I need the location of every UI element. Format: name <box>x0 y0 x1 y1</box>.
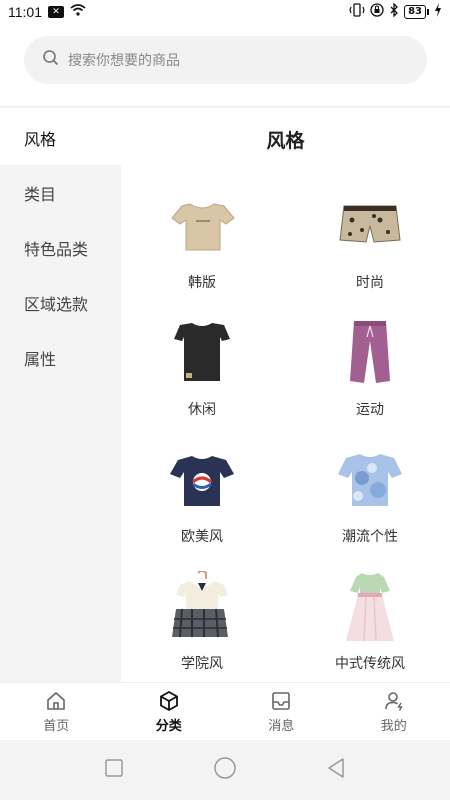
category-item-western[interactable]: 欧美风 <box>142 444 262 554</box>
leopard-shorts-icon <box>339 205 401 243</box>
search-icon <box>42 49 60 71</box>
sidebar-item-style[interactable]: 风格 <box>0 110 121 165</box>
tab-profile[interactable]: 我的 <box>338 683 450 740</box>
wifi-icon <box>70 4 86 20</box>
sidebar-item-label: 风格 <box>24 129 57 149</box>
category-sidebar: 风格 类目 特色品类 区域选款 属性 <box>0 110 121 682</box>
sidebar-item-region[interactable]: 区域选款 <box>0 275 121 330</box>
back-button[interactable] <box>326 757 346 783</box>
sidebar-item-label: 特色品类 <box>24 239 89 259</box>
tab-label: 我的 <box>380 718 407 734</box>
home-button[interactable] <box>213 756 237 784</box>
section-title: 风格 <box>266 130 305 152</box>
system-nav-bar <box>0 740 450 800</box>
sidebar-item-label: 属性 <box>24 349 57 369</box>
sidebar-item-attribute[interactable]: 属性 <box>0 330 121 385</box>
category-item-chinese-traditional[interactable]: 中式传统风 <box>310 571 430 681</box>
battery-level: 83 <box>404 5 426 19</box>
search-input[interactable]: 搜索你想要的商品 <box>24 36 427 84</box>
vibrate-icon <box>349 3 365 21</box>
status-time: 11:01 <box>8 4 42 20</box>
recent-apps-button[interactable] <box>104 758 124 782</box>
tab-category[interactable]: 分类 <box>113 683 226 740</box>
inbox-icon <box>272 691 291 710</box>
category-item-label: 时尚 <box>356 275 384 291</box>
black-tshirt-icon <box>174 323 230 381</box>
tab-home[interactable]: 首页 <box>0 683 113 740</box>
school-uniform-icon <box>172 571 228 638</box>
tab-label: 消息 <box>268 718 295 734</box>
category-item-label: 运动 <box>356 402 384 418</box>
tab-label: 首页 <box>43 718 70 734</box>
tiedye-shirt-icon <box>338 454 402 506</box>
search-placeholder: 搜索你想要的商品 <box>68 53 180 69</box>
circle-icon <box>214 757 236 779</box>
sidebar-item-label: 区域选款 <box>24 294 89 314</box>
lock-rotation-icon <box>370 3 384 21</box>
category-item-fashion[interactable]: 时尚 <box>310 190 430 300</box>
tab-label: 分类 <box>155 718 182 734</box>
category-item-label: 中式传统风 <box>335 656 405 672</box>
category-item-label: 学院风 <box>181 656 223 672</box>
bluetooth-icon <box>389 2 399 21</box>
tab-messages[interactable]: 消息 <box>225 683 338 740</box>
cube-icon <box>159 690 178 711</box>
category-item-label: 欧美风 <box>181 529 223 545</box>
category-item-casual[interactable]: 休闲 <box>142 317 262 427</box>
square-icon <box>105 759 124 777</box>
home-icon <box>47 691 66 710</box>
category-content: 风格 韩版 时尚 休闲 运动 欧美风 潮流个性 学院风 中式传统风 <box>121 110 450 682</box>
purple-pants-icon <box>350 321 390 383</box>
sidebar-item-category[interactable]: 类目 <box>0 165 121 220</box>
sidebar-item-label: 类目 <box>24 184 57 204</box>
category-item-label: 休闲 <box>188 402 216 418</box>
category-item-korean[interactable]: 韩版 <box>142 190 262 300</box>
charging-icon <box>434 3 442 21</box>
navy-graphic-tee-icon <box>170 456 234 506</box>
hanfu-dress-icon <box>346 573 394 642</box>
bottom-tab-bar: 首页 分类 消息 我的 <box>0 682 450 740</box>
category-item-label: 韩版 <box>188 275 216 291</box>
beige-tshirt-icon <box>171 203 235 251</box>
search-area: 搜索你想要的商品 <box>0 24 450 108</box>
triangle-back-icon <box>327 758 344 778</box>
battery-indicator: 83 <box>404 5 429 19</box>
user-icon <box>384 691 403 711</box>
sidebar-item-featured[interactable]: 特色品类 <box>0 220 121 275</box>
category-item-trendy[interactable]: 潮流个性 <box>310 444 430 554</box>
notification-icon: ✕ <box>48 6 64 18</box>
category-item-preppy[interactable]: 学院风 <box>142 571 262 681</box>
category-item-sport[interactable]: 运动 <box>310 317 430 427</box>
category-item-label: 潮流个性 <box>342 529 398 545</box>
status-bar: 11:01 ✕ 83 <box>0 0 450 24</box>
